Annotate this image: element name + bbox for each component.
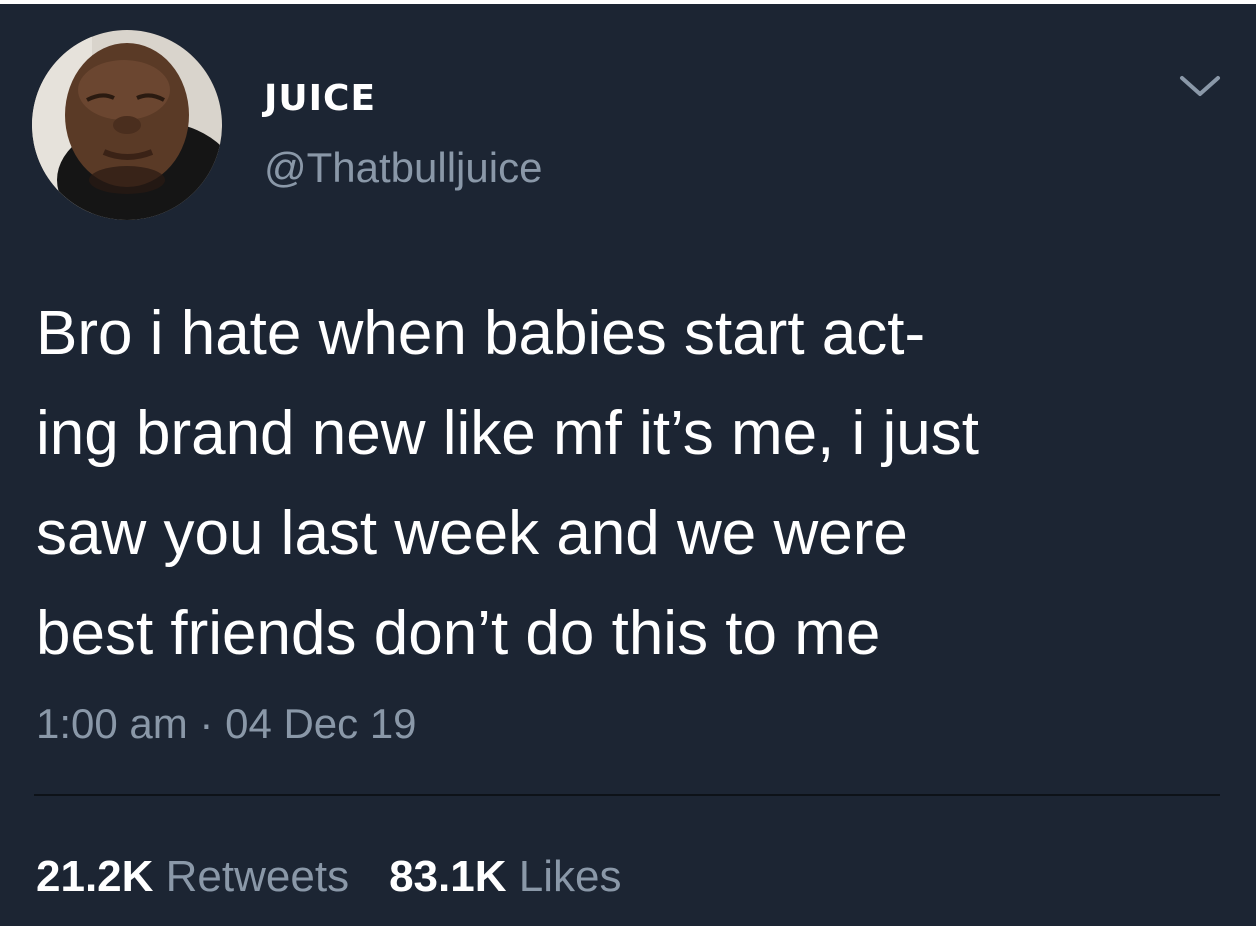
display-name[interactable]: JUICE [264,78,376,119]
likes-count: 83.1K [389,852,507,901]
likes-label: Likes [518,852,622,901]
avatar[interactable] [32,30,222,220]
tweet-card: JUICE @Thatbulljuice Bro i hate when bab… [0,4,1256,926]
tweet-stats: 21.2K Retweets 83.1K Likes [36,852,621,902]
tweet-text-line: Bro i hate when babies start act- [36,299,926,368]
tweet-text: Bro i hate when babies start act- ing br… [36,284,1236,684]
divider [34,794,1220,796]
retweets-stat[interactable]: 21.2K Retweets [36,852,349,901]
likes-stat[interactable]: 83.1K Likes [389,852,621,901]
retweets-count: 21.2K [36,852,154,901]
tweet-timestamp[interactable]: 1:00 am · 04 Dec 19 [36,700,417,748]
tweet-text-line: ing brand new like mf it’s me, i just [36,399,980,468]
tweet-text-line: best friends don’t do this to me [36,599,881,668]
chevron-down-icon[interactable] [1176,70,1224,102]
avatar-photo [32,30,222,220]
user-handle[interactable]: @Thatbulljuice [264,144,542,192]
tweet-text-line: saw you last week and we were [36,499,908,568]
retweets-label: Retweets [165,852,350,901]
